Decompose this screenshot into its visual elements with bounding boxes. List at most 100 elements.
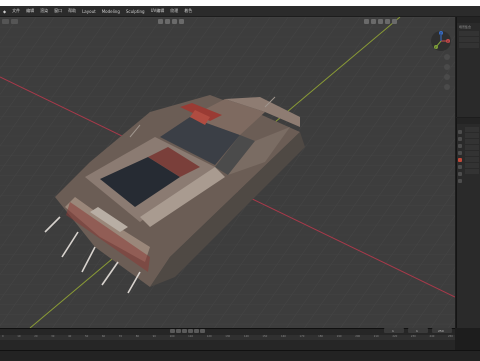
timeline-tick: 120 — [206, 335, 212, 338]
playback-controls — [170, 328, 206, 334]
workspace-tab-layout[interactable]: Layout — [79, 9, 99, 14]
current-frame-value: 1 — [392, 329, 394, 333]
navigation-gizmo[interactable]: X Y Z — [430, 30, 452, 52]
timeline-tick: 210 — [373, 335, 379, 338]
add-menu-icon[interactable] — [172, 19, 177, 24]
start-frame-value: 1 — [416, 329, 418, 333]
menu-bar: ◆ 文件 编辑 渲染 窗口 帮助 Layout Modeling Sculpti… — [0, 6, 480, 16]
timeline-tick: 50 — [84, 335, 89, 338]
timeline-tick: 0 — [2, 335, 4, 338]
overlay-icon[interactable] — [364, 19, 369, 24]
start-frame-field[interactable]: 1 — [408, 328, 428, 333]
camera-icon[interactable] — [444, 74, 450, 80]
timeline-tick: 40 — [68, 335, 72, 338]
timeline-tick: 190 — [336, 335, 342, 338]
shading-rendered-icon[interactable] — [392, 19, 397, 24]
menu-item-file[interactable]: 文件 — [9, 8, 23, 14]
timeline-tick: 110 — [188, 335, 194, 338]
workspace-tab-sculpting[interactable]: Sculpting — [123, 9, 148, 14]
render-tab-icon[interactable] — [458, 137, 462, 141]
shading-solid-icon[interactable] — [378, 19, 383, 24]
object-menu-icon[interactable] — [179, 19, 184, 24]
property-row[interactable] — [465, 157, 479, 162]
timeline-ticks: 0 10 20 30 40 50 60 70 80 90 100 110 120 130 140 150 160… — [0, 335, 455, 338]
workspace-tab-modeling[interactable]: Modeling — [99, 9, 123, 14]
property-row[interactable] — [465, 139, 479, 144]
workspace-tab-uv[interactable]: UV编辑 — [148, 8, 168, 14]
select-menu-icon[interactable] — [165, 19, 170, 24]
texture-tab-icon[interactable] — [458, 179, 462, 183]
property-row[interactable] — [465, 133, 479, 138]
next-keyframe-icon[interactable] — [194, 329, 199, 333]
viewport-header — [0, 17, 455, 26]
current-frame-field[interactable]: 1 — [384, 328, 404, 333]
scene-tab-icon[interactable] — [458, 151, 462, 155]
menu-item-render[interactable]: 渲染 — [37, 8, 51, 14]
modifier-tab-icon[interactable] — [458, 165, 462, 169]
timeline-tick: 160 — [280, 335, 286, 338]
jump-end-icon[interactable] — [200, 329, 205, 333]
tool-tab-icon[interactable] — [458, 130, 462, 134]
timeline-ruler[interactable]: 0 10 20 30 40 50 60 70 80 90 100 110 120 130 140 150 160… — [0, 335, 455, 340]
outliner-scene-collection[interactable]: 场景集合 — [459, 25, 479, 30]
xray-icon[interactable] — [371, 19, 376, 24]
object-tab-icon[interactable] — [458, 158, 462, 162]
menu-item-window[interactable]: 窗口 — [51, 8, 65, 14]
viewport-canvas — [0, 17, 455, 328]
end-frame-field[interactable]: 250 — [432, 328, 452, 333]
prev-keyframe-icon[interactable] — [176, 329, 181, 333]
viewport-nav-controls — [444, 54, 452, 94]
end-frame-value: 250 — [438, 329, 444, 333]
timeline-tick: 60 — [101, 335, 106, 338]
property-row[interactable] — [465, 163, 479, 168]
timeline-tick: 170 — [299, 335, 305, 338]
property-row[interactable] — [465, 169, 479, 174]
menu-item-edit[interactable]: 编辑 — [23, 8, 37, 14]
timeline-tick: 90 — [152, 335, 156, 338]
jump-start-icon[interactable] — [170, 329, 175, 333]
menu-item-help[interactable]: 帮助 — [65, 8, 79, 14]
timeline-tick: 150 — [262, 335, 268, 338]
gizmo-x-label: X — [447, 39, 449, 43]
status-bar — [0, 350, 480, 361]
material-tab-icon[interactable] — [458, 172, 462, 176]
outliner-row[interactable] — [459, 43, 479, 48]
view-menu-icon[interactable] — [158, 19, 163, 24]
timeline-tick: 230 — [410, 335, 416, 338]
outliner-panel: 场景集合 — [456, 17, 480, 117]
timeline-tick: 140 — [243, 335, 249, 338]
timeline-tick: 20 — [34, 335, 38, 338]
outliner-row[interactable] — [459, 31, 479, 36]
timeline-tick: 80 — [135, 335, 140, 338]
blender-logo-icon[interactable]: ◆ — [0, 9, 9, 14]
property-row[interactable] — [465, 127, 479, 132]
grid-perspective-icon[interactable] — [444, 84, 450, 90]
workspace-tab-shading[interactable]: 着色 — [181, 8, 195, 14]
outliner-header — [457, 17, 480, 23]
3d-viewport[interactable] — [0, 17, 455, 328]
gizmo-z-label: Z — [440, 31, 442, 35]
timeline-tick: 240 — [429, 335, 435, 338]
timeline-tick: 180 — [318, 335, 324, 338]
play-icon[interactable] — [188, 329, 193, 333]
play-reverse-icon[interactable] — [182, 329, 187, 333]
timeline-tick: 250 — [448, 335, 453, 338]
timeline-tick: 100 — [169, 335, 175, 338]
properties-header — [457, 118, 480, 124]
timeline-tick: 130 — [225, 335, 231, 338]
zoom-icon[interactable] — [444, 54, 450, 60]
timeline-tick: 10 — [17, 335, 21, 338]
workspace-tab-texture[interactable]: 纹理 — [167, 8, 181, 14]
mode-select[interactable] — [11, 19, 18, 24]
shading-material-icon[interactable] — [385, 19, 390, 24]
outliner-row[interactable] — [459, 37, 479, 42]
output-tab-icon[interactable] — [458, 144, 462, 148]
timeline-tick: 200 — [355, 335, 361, 338]
timeline-tick: 220 — [392, 335, 398, 338]
properties-tabs — [458, 130, 463, 186]
pan-hand-icon[interactable] — [444, 64, 450, 70]
property-row[interactable] — [465, 145, 479, 150]
editor-type-button[interactable] — [2, 19, 9, 24]
timeline-tick: 30 — [51, 335, 55, 338]
property-row[interactable] — [465, 151, 479, 156]
